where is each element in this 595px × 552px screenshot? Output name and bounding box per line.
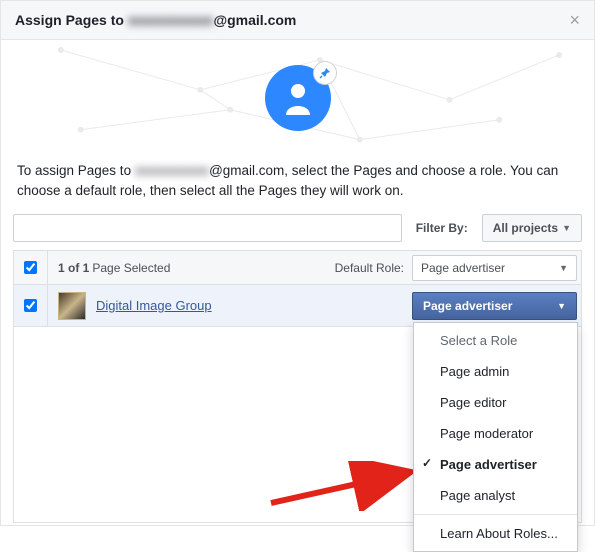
caret-down-icon: ▼ bbox=[557, 301, 566, 311]
description-text: To assign Pages to xxxxxxxxxxx@gmail.com… bbox=[1, 155, 594, 214]
modal-title: Assign Pages to xxxxxxxxxxx@gmail.com bbox=[15, 12, 296, 28]
dropdown-header: Select a Role bbox=[414, 325, 577, 356]
row-checkbox-cell bbox=[14, 285, 48, 326]
avatar bbox=[265, 65, 331, 131]
filter-by-label: Filter By: bbox=[408, 214, 476, 242]
title-prefix: Assign Pages to bbox=[15, 12, 128, 28]
select-all-cell bbox=[14, 251, 48, 284]
caret-down-icon: ▼ bbox=[559, 263, 568, 273]
assign-pages-modal: Assign Pages to xxxxxxxxxxx@gmail.com × bbox=[0, 0, 595, 526]
page-cell: Digital Image Group bbox=[48, 292, 412, 320]
role-option-analyst[interactable]: Page analyst bbox=[414, 480, 577, 511]
close-icon[interactable]: × bbox=[569, 11, 580, 29]
select-all-checkbox[interactable] bbox=[24, 261, 37, 274]
row-role-select[interactable]: Page advertiser ▼ bbox=[412, 292, 577, 320]
default-role-select[interactable]: Page advertiser ▼ bbox=[412, 255, 577, 281]
role-option-admin[interactable]: Page admin bbox=[414, 356, 577, 387]
controls-row: Filter By: All projects ▼ bbox=[1, 214, 594, 242]
hero-section bbox=[1, 40, 594, 155]
page-thumbnail bbox=[58, 292, 86, 320]
all-projects-dropdown[interactable]: All projects ▼ bbox=[482, 214, 582, 242]
person-icon bbox=[283, 81, 313, 115]
page-name-link[interactable]: Digital Image Group bbox=[96, 298, 212, 313]
modal-header: Assign Pages to xxxxxxxxxxx@gmail.com × bbox=[1, 1, 594, 40]
role-option-advertiser[interactable]: Page advertiser bbox=[414, 449, 577, 480]
selection-count: 1 of 1 Page Selected bbox=[48, 261, 335, 275]
caret-down-icon: ▼ bbox=[562, 223, 571, 233]
email-obscured: xxxxxxxxxxx bbox=[128, 12, 214, 28]
table-row: Digital Image Group Page advertiser ▼ bbox=[14, 285, 581, 327]
default-role-label: Default Role: bbox=[335, 261, 412, 275]
role-option-moderator[interactable]: Page moderator bbox=[414, 418, 577, 449]
role-dropdown-menu: Select a Role Page admin Page editor Pag… bbox=[413, 322, 578, 552]
pushpin-icon bbox=[313, 61, 337, 85]
search-input[interactable] bbox=[13, 214, 402, 242]
learn-about-roles[interactable]: Learn About Roles... bbox=[414, 518, 577, 549]
email-domain: @gmail.com bbox=[213, 12, 296, 28]
table-header-row: 1 of 1 Page Selected Default Role: Page … bbox=[14, 251, 581, 285]
dropdown-divider bbox=[414, 514, 577, 515]
row-checkbox[interactable] bbox=[24, 299, 37, 312]
role-option-editor[interactable]: Page editor bbox=[414, 387, 577, 418]
pages-table: 1 of 1 Page Selected Default Role: Page … bbox=[13, 250, 582, 327]
email-obscured-2: xxxxxxxxxxx bbox=[135, 161, 209, 181]
